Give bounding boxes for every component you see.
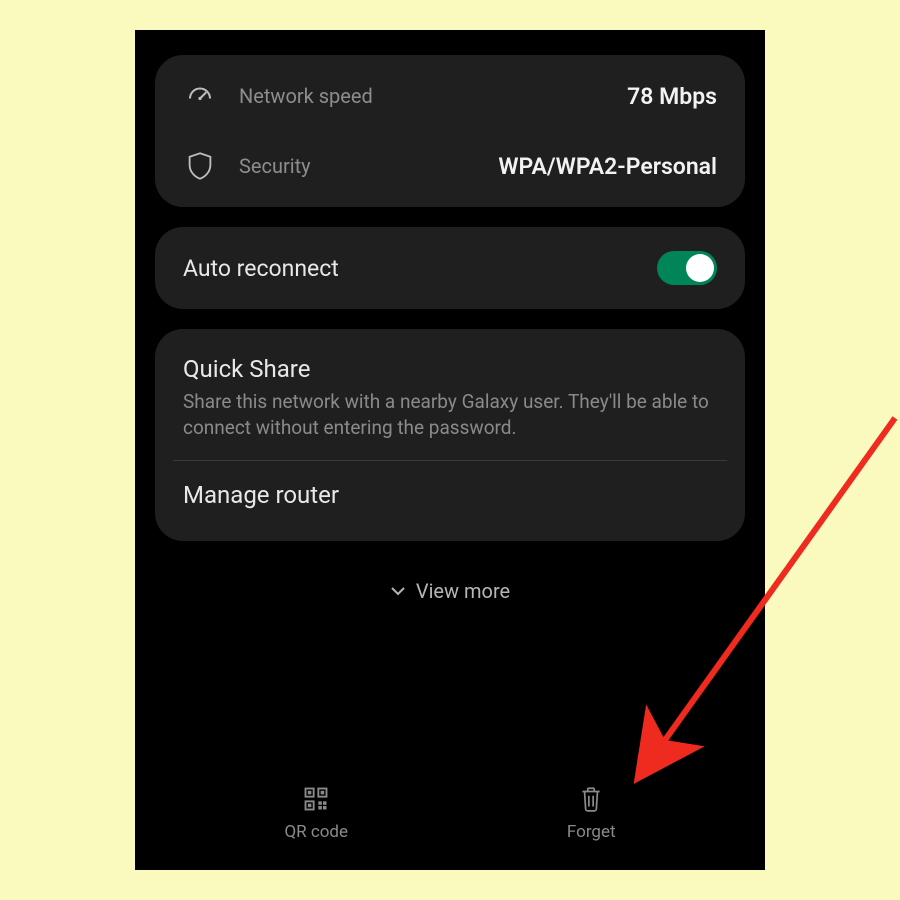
- qr-code-label: QR code: [284, 822, 348, 842]
- quick-share-item[interactable]: Quick Share Share this network with a ne…: [155, 335, 745, 460]
- network-speed-label: Network speed: [239, 84, 627, 108]
- manage-router-label: Manage router: [183, 481, 717, 509]
- security-value: WPA/WPA2-Personal: [498, 153, 717, 180]
- quick-share-desc: Share this network with a nearby Galaxy …: [183, 389, 717, 440]
- view-more-button[interactable]: View more: [155, 561, 745, 615]
- auto-reconnect-label: Auto reconnect: [183, 255, 657, 282]
- view-more-label: View more: [416, 579, 510, 603]
- sharing-card: Quick Share Share this network with a ne…: [155, 329, 745, 541]
- wifi-details-screen: Network speed 78 Mbps Security WPA/WPA2-…: [135, 30, 765, 870]
- network-speed-value: 78 Mbps: [627, 83, 717, 110]
- security-label: Security: [239, 154, 498, 178]
- toggle-knob: [686, 254, 714, 282]
- network-speed-row: Network speed 78 Mbps: [155, 61, 745, 131]
- bottom-action-bar: QR code Forget: [135, 778, 765, 860]
- auto-reconnect-toggle[interactable]: [657, 251, 717, 285]
- quick-share-title: Quick Share: [183, 355, 717, 383]
- network-info-card: Network speed 78 Mbps Security WPA/WPA2-…: [155, 55, 745, 207]
- chevron-down-icon: [390, 586, 406, 596]
- security-row: Security WPA/WPA2-Personal: [155, 131, 745, 201]
- forget-label: Forget: [567, 822, 616, 842]
- trash-icon: [576, 784, 606, 814]
- forget-button[interactable]: Forget: [567, 784, 616, 842]
- qr-code-icon: [301, 784, 331, 814]
- shield-icon: [183, 149, 217, 183]
- auto-reconnect-row[interactable]: Auto reconnect: [155, 233, 745, 303]
- auto-reconnect-card: Auto reconnect: [155, 227, 745, 309]
- qr-code-button[interactable]: QR code: [284, 784, 348, 842]
- manage-router-item[interactable]: Manage router: [155, 461, 745, 535]
- speed-icon: [183, 79, 217, 113]
